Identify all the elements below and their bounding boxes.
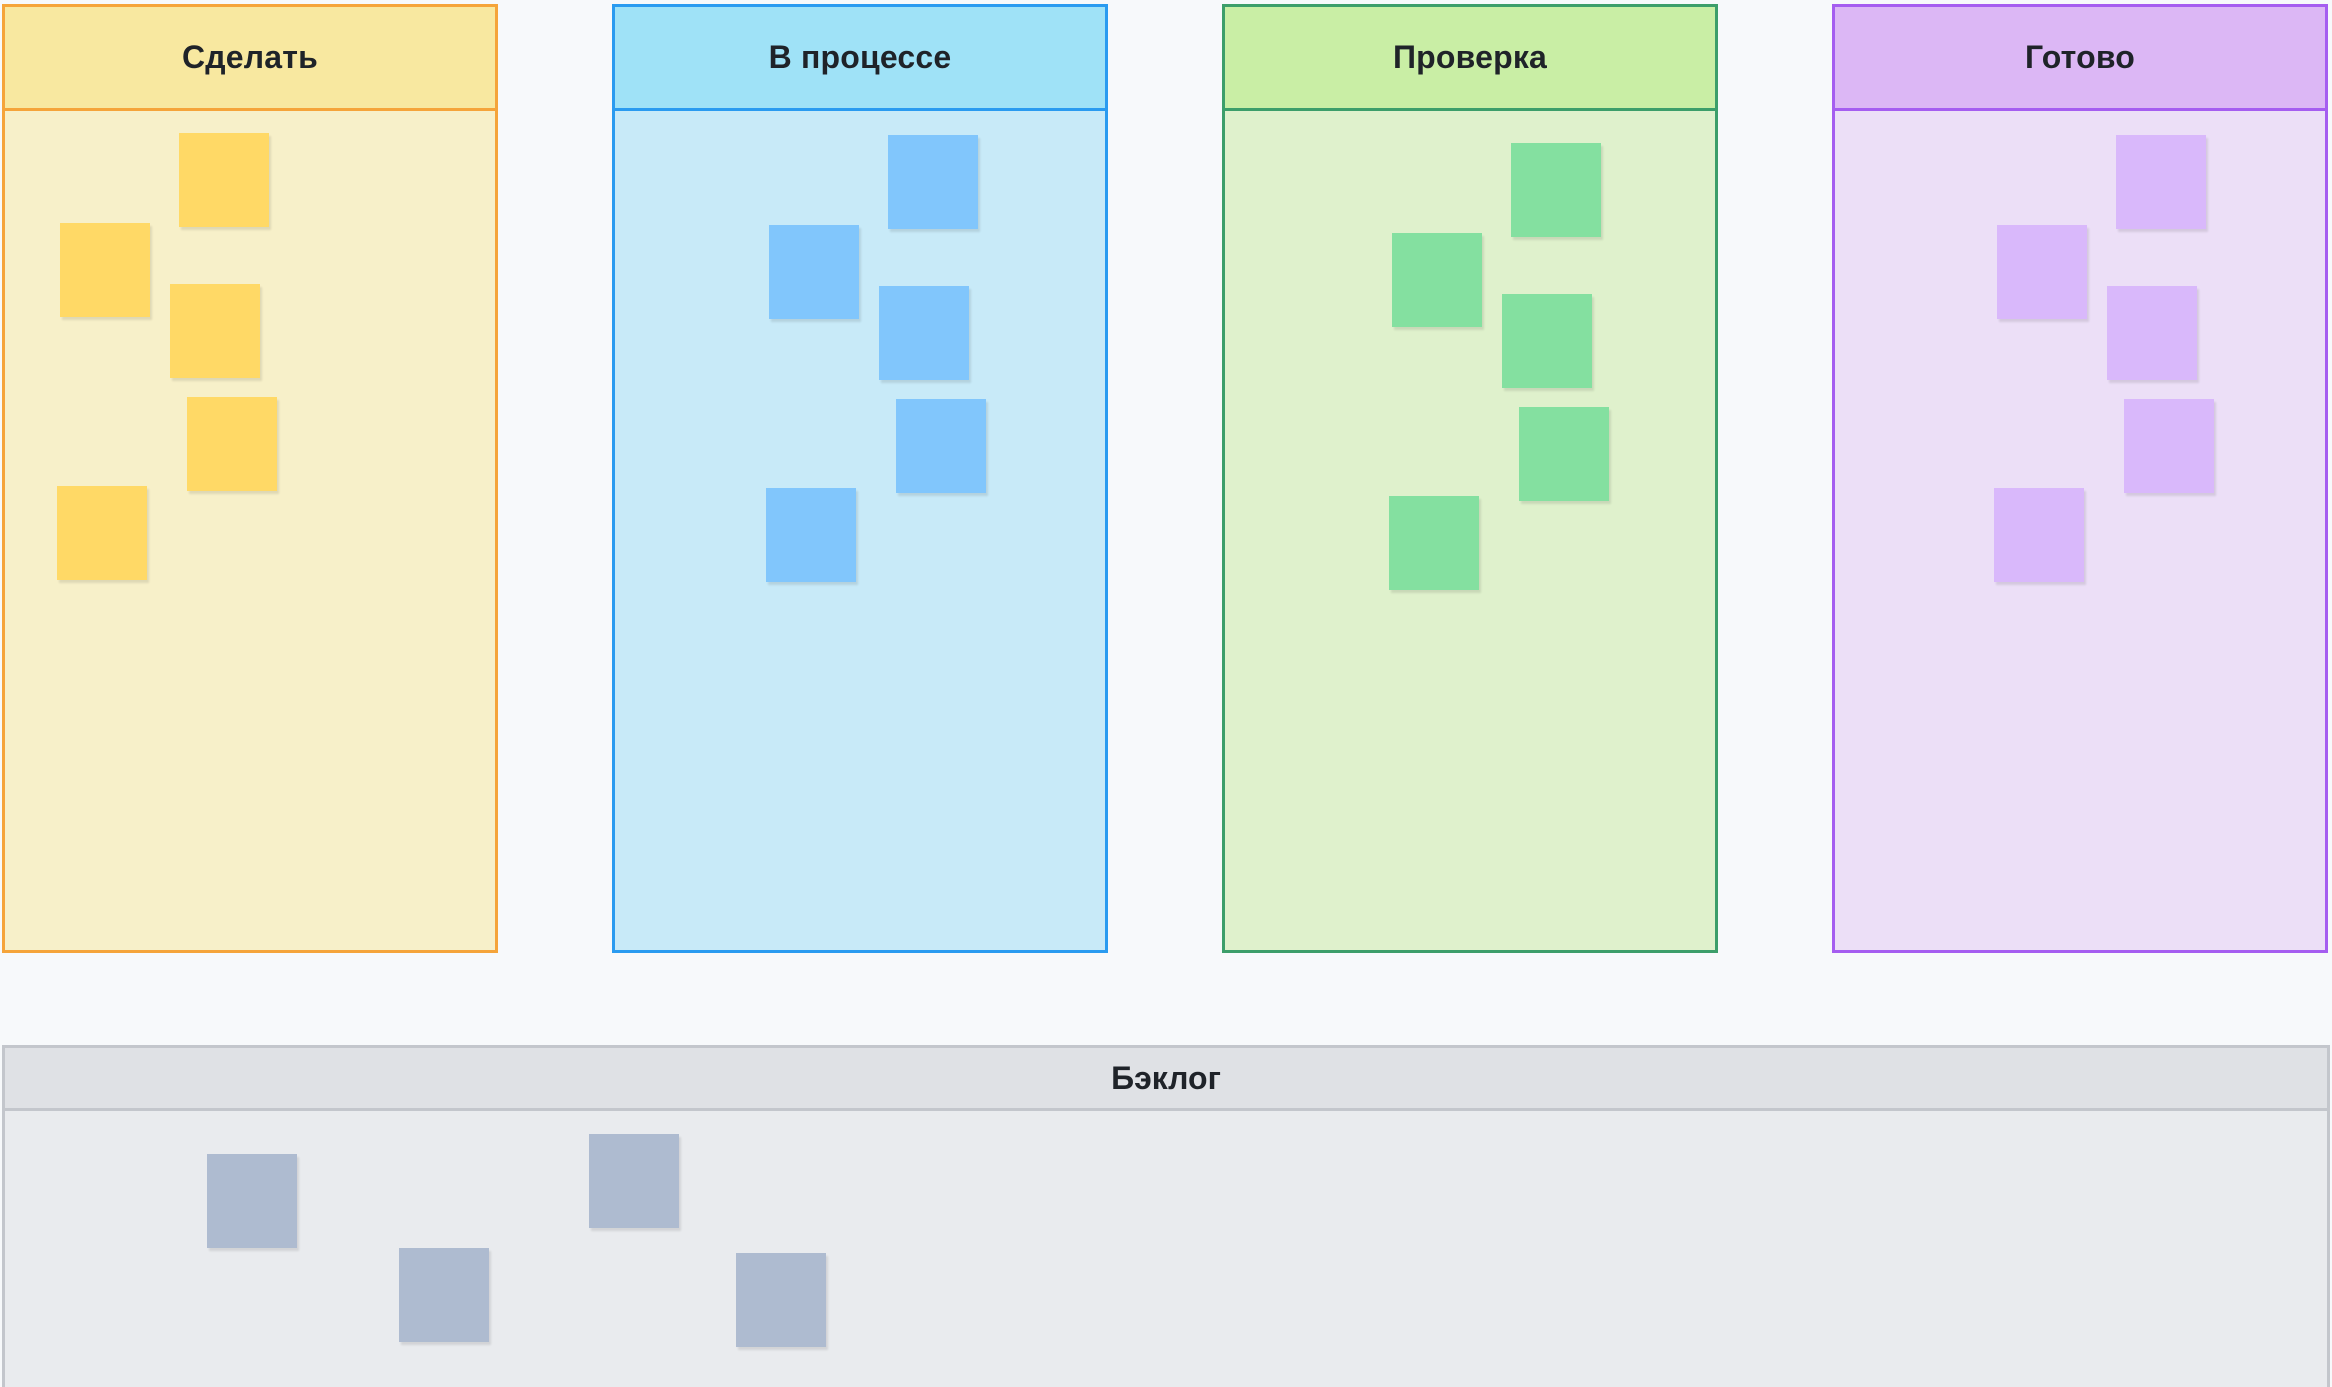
sticky-note[interactable] — [1511, 143, 1601, 237]
column-todo[interactable]: Сделать — [2, 4, 498, 953]
sticky-note[interactable] — [2116, 135, 2206, 229]
column-review-body[interactable] — [1225, 111, 1715, 950]
sticky-note[interactable] — [207, 1154, 297, 1248]
sticky-note[interactable] — [769, 225, 859, 319]
sticky-note[interactable] — [766, 488, 856, 582]
sticky-note[interactable] — [1519, 407, 1609, 501]
sticky-note[interactable] — [1392, 233, 1482, 327]
sticky-note[interactable] — [1997, 225, 2087, 319]
sticky-note[interactable] — [170, 284, 260, 378]
sticky-note[interactable] — [179, 133, 269, 227]
sticky-note[interactable] — [57, 486, 147, 580]
sticky-note[interactable] — [2124, 399, 2214, 493]
sticky-note[interactable] — [736, 1253, 826, 1347]
sticky-note[interactable] — [187, 397, 277, 491]
column-review-header: Проверка — [1225, 7, 1715, 111]
sticky-note[interactable] — [879, 286, 969, 380]
column-review[interactable]: Проверка — [1222, 4, 1718, 953]
sticky-note[interactable] — [399, 1248, 489, 1342]
sticky-note[interactable] — [589, 1134, 679, 1228]
sticky-note[interactable] — [896, 399, 986, 493]
sticky-note[interactable] — [60, 223, 150, 317]
backlog-header: Бэклог — [5, 1048, 2327, 1111]
column-in-progress-header: В процессе — [615, 7, 1105, 111]
sticky-note[interactable] — [888, 135, 978, 229]
column-in-progress[interactable]: В процессе — [612, 4, 1108, 953]
sticky-note[interactable] — [1389, 496, 1479, 590]
sticky-note[interactable] — [1994, 488, 2084, 582]
backlog-lane[interactable]: Бэклог — [2, 1045, 2330, 1387]
column-done-body[interactable] — [1835, 111, 2325, 950]
sticky-note[interactable] — [1502, 294, 1592, 388]
column-done[interactable]: Готово — [1832, 4, 2328, 953]
kanban-board-canvas[interactable]: Сделать В процессе Проверка Готово Бэкло… — [0, 0, 2332, 1387]
column-todo-header: Сделать — [5, 7, 495, 111]
sticky-note[interactable] — [2107, 286, 2197, 380]
column-done-header: Готово — [1835, 7, 2325, 111]
column-todo-body[interactable] — [5, 111, 495, 950]
column-in-progress-body[interactable] — [615, 111, 1105, 950]
